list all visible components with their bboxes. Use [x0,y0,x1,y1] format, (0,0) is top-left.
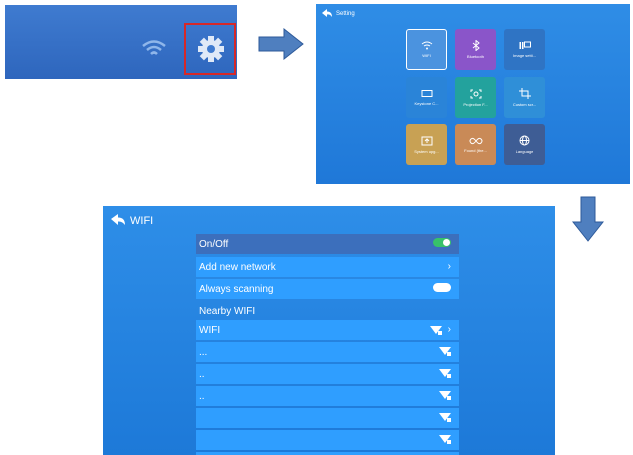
settings-title: Setting [336,11,355,17]
row-label: .. [199,390,205,402]
wifi-icon [141,39,167,62]
wifi-toggle[interactable] [433,238,451,247]
row-label: ... [199,346,208,358]
wifi-lock-icon [439,413,451,422]
tile-wifi[interactable]: WIFI [406,29,447,70]
image-setting-icon [519,41,531,49]
tile-label: Found (the... [464,147,487,153]
back-icon[interactable] [111,214,125,228]
tile-label: WIFI [422,53,431,58]
tile-projection[interactable]: Projection F... [455,77,496,118]
gear-icon [198,36,224,67]
wifi-lock-icon [439,391,451,400]
tile-found[interactable]: Found (the... [455,124,496,165]
tile-custom-screen[interactable]: Custom scr... [504,77,545,118]
wifi-page-title: WIFI [130,215,154,227]
network-row[interactable]: WIFI › [196,320,459,340]
add-network-row[interactable]: Add new network › [196,257,459,277]
keystone-icon [421,90,432,97]
globe-icon [519,135,530,146]
settings-button-highlight[interactable] [184,23,236,75]
row-label: Nearby WIFI [199,305,256,317]
tile-label: System upg... [414,148,439,154]
tile-keystone[interactable]: Keystone C... [406,77,447,118]
tile-label: Projection F... [463,101,488,107]
back-icon[interactable] [322,9,332,19]
tile-label: Custom scr... [512,102,537,107]
chevron-right-icon: › [447,324,451,335]
wifi-lock-icon [429,325,442,335]
network-row[interactable] [196,408,459,428]
tile-label: Language [515,149,534,154]
projection-icon [470,89,481,98]
row-label: WIFI [199,324,221,336]
arrow-right-icon [258,27,304,65]
wifi-lock-icon [439,347,451,356]
infinity-icon [469,137,482,144]
tile-label: Image setti... [513,53,536,58]
wifi-lock-icon [439,369,451,378]
network-row[interactable]: .. [196,386,459,406]
row-label: Add new network [199,261,276,273]
network-row[interactable] [196,430,459,450]
onoff-row[interactable]: On/Off [196,234,459,254]
wifi-lock-icon [439,435,451,444]
network-row[interactable]: ... [196,342,459,362]
network-row[interactable]: .. [196,364,459,384]
tile-label: Bluetooth [467,54,484,59]
tile-system-upgrade[interactable]: System upg... [406,124,447,165]
row-label: On/Off [199,238,229,250]
row-label: Always scanning [199,283,274,295]
settings-screen: Setting WIFI Bluetooth Image setti... Ke… [316,4,630,184]
tile-bluetooth[interactable]: Bluetooth [455,29,496,70]
tile-language[interactable]: Language [504,124,545,165]
nearby-wifi-heading: Nearby WIFI [196,301,459,321]
crop-icon [518,88,531,99]
settings-header: Setting [322,9,355,19]
tile-label: Keystone C... [414,101,439,106]
bluetooth-icon [472,40,480,51]
system-upgrade-icon [421,136,432,145]
wifi-screen: WIFI On/Off Add new network › Always sca… [103,206,555,455]
always-scanning-row[interactable]: Always scanning [196,279,459,299]
wifi-icon [421,41,432,50]
tile-image-setting[interactable]: Image setti... [504,29,545,70]
scanning-toggle[interactable] [433,283,451,292]
home-bar-screenshot [5,5,237,79]
row-label: .. [199,368,205,380]
chevron-right-icon: › [447,261,451,272]
wifi-header: WIFI [111,214,153,228]
arrow-down-icon [571,196,605,247]
